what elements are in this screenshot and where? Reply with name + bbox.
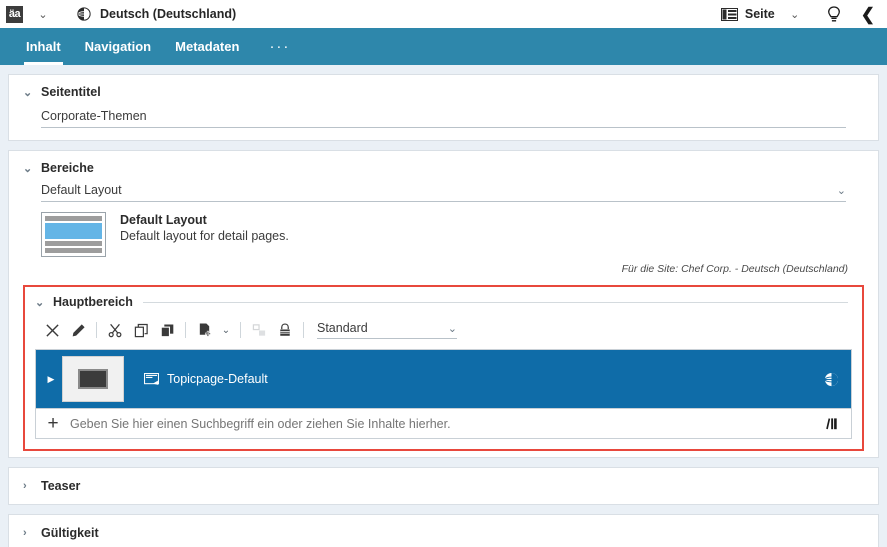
layout-preview-title: Default Layout <box>120 213 289 227</box>
page-mode-label: Seite <box>745 7 775 21</box>
layout-thumb-footer-bar-2 <box>45 248 102 253</box>
section-seitentitel: ⌄ Seitentitel <box>8 74 879 141</box>
layout-preview-meta: Default Layout Default layout for detail… <box>106 212 289 257</box>
section-bereiche-header[interactable]: ⌄ Bereiche <box>23 161 864 175</box>
content-list: ▶ Topicpage-Default <box>35 349 852 439</box>
section-teaser: › Teaser <box>8 467 879 505</box>
lock-icon[interactable] <box>272 319 298 341</box>
layout-thumb-footer-bar-1 <box>45 241 102 246</box>
layout-preview-card: Default Layout Default layout for detail… <box>23 212 864 257</box>
chevron-down-icon: ⌄ <box>448 322 457 335</box>
expand-arrow-icon[interactable]: ▶ <box>42 374 60 385</box>
layout-thumb-main-area <box>45 223 102 239</box>
new-document-caret-icon[interactable]: ⌄ <box>217 325 235 336</box>
tab-inhalt[interactable]: Inhalt <box>14 28 73 65</box>
toolbar-divider-3 <box>240 322 241 338</box>
section-bereiche: ⌄ Bereiche Default Layout ⌄ Default Layo… <box>8 150 879 458</box>
tab-metadaten-label: Metadaten <box>175 39 239 54</box>
tab-bar: Inhalt Navigation Metadaten ··· <box>0 28 887 65</box>
content-thumbnail-inner <box>78 369 108 389</box>
toolbar-divider-1 <box>96 322 97 338</box>
top-bar-left-group: äa ⌄ Deutsch (Deutschland) <box>6 6 236 23</box>
lightbulb-icon[interactable] <box>827 6 841 23</box>
plus-icon[interactable]: + <box>36 414 70 433</box>
content-thumbnail <box>62 356 124 402</box>
chevron-down-icon: ⌄ <box>23 86 37 99</box>
subsection-hauptbereich-title: Hauptbereich <box>53 295 133 309</box>
header-divider-line <box>143 302 848 303</box>
paste-icon[interactable] <box>154 319 180 341</box>
chevron-right-icon: › <box>23 527 37 539</box>
chevron-down-icon: ⌄ <box>837 184 846 197</box>
translation-dropdown-caret-icon[interactable]: ⌄ <box>33 8 53 21</box>
layout-preview-description: Default layout for detail pages. <box>120 229 289 243</box>
view-mode-value: Standard <box>317 321 368 335</box>
table-row[interactable]: ▶ Topicpage-Default <box>36 350 851 408</box>
translation-icon[interactable]: äa <box>6 6 23 23</box>
layout-select-value: Default Layout <box>41 183 122 197</box>
seitentitel-input[interactable] <box>41 107 846 128</box>
globe-icon[interactable] <box>824 372 839 387</box>
collapse-panel-chevron-left-icon[interactable]: ❮ <box>861 6 875 23</box>
globe-icon <box>77 7 91 21</box>
section-seitentitel-title: Seitentitel <box>41 85 101 99</box>
content-search-row: + <box>36 408 851 438</box>
copy-icon[interactable] <box>128 319 154 341</box>
current-language-label: Deutsch (Deutschland) <box>100 7 236 21</box>
tab-navigation-label: Navigation <box>85 39 151 54</box>
content-search-input[interactable] <box>70 417 815 431</box>
layout-select-row: Default Layout ⌄ <box>23 183 864 202</box>
tab-metadaten[interactable]: Metadaten <box>163 28 251 65</box>
tab-navigation[interactable]: Navigation <box>73 28 163 65</box>
view-mode-select[interactable]: Standard ⌄ <box>317 321 457 339</box>
section-gueltigkeit: › Gültigkeit <box>8 514 879 547</box>
section-seitentitel-header[interactable]: ⌄ Seitentitel <box>23 85 864 99</box>
seitentitel-field-row <box>23 107 864 128</box>
toolbar-divider-4 <box>303 322 304 338</box>
section-gueltigkeit-header[interactable]: › Gültigkeit <box>23 526 864 540</box>
tab-overflow-button[interactable]: ··· <box>257 28 302 65</box>
content-item-label: Topicpage-Default <box>167 372 268 386</box>
new-document-icon[interactable] <box>191 319 217 341</box>
page-layout-icon <box>721 8 738 21</box>
layout-select[interactable]: Default Layout ⌄ <box>41 183 846 202</box>
link-icon <box>246 319 272 341</box>
chevron-right-icon: › <box>23 480 37 492</box>
toolbar-divider-2 <box>185 322 186 338</box>
top-bar-right-group: Seite ⌄ ❮ <box>721 6 877 23</box>
section-gueltigkeit-title: Gültigkeit <box>41 526 99 540</box>
library-icon[interactable] <box>815 416 851 431</box>
layout-thumb-header-bar <box>45 216 102 221</box>
chevron-down-icon: ⌄ <box>35 296 49 309</box>
hauptbereich-highlight-region: ⌄ Hauptbereich <box>23 285 864 451</box>
chevron-down-icon: ⌄ <box>23 162 37 175</box>
subsection-hauptbereich-header[interactable]: ⌄ Hauptbereich <box>35 295 852 309</box>
topicpage-icon <box>144 373 159 386</box>
page-mode-caret-icon[interactable]: ⌄ <box>785 8 805 21</box>
edit-pencil-icon[interactable] <box>65 319 91 341</box>
section-bereiche-title: Bereiche <box>41 161 94 175</box>
remove-icon[interactable] <box>39 319 65 341</box>
hauptbereich-toolbar: ⌄ Sta <box>35 319 852 341</box>
form-content-area: ⌄ Seitentitel ⌄ Bereiche Default Layout … <box>0 65 887 547</box>
section-teaser-title: Teaser <box>41 479 80 493</box>
top-bar: äa ⌄ Deutsch (Deutschland) Seite ⌄ <box>0 0 887 28</box>
layout-site-note: Für die Site: Chef Corp. - Deutsch (Deut… <box>23 263 864 275</box>
layout-thumbnail <box>41 212 106 257</box>
section-teaser-header[interactable]: › Teaser <box>23 479 864 493</box>
cut-scissors-icon[interactable] <box>102 319 128 341</box>
tab-inhalt-label: Inhalt <box>26 39 61 54</box>
